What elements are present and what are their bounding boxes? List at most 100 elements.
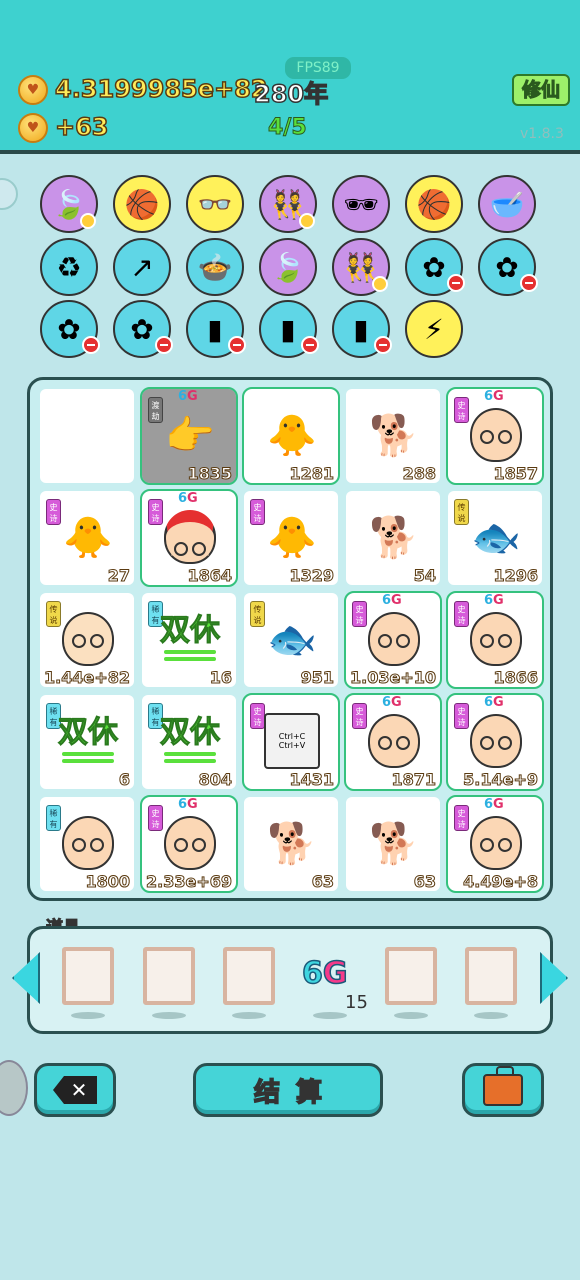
glasses-icon[interactable]: 👓 — [186, 175, 244, 233]
flower-icon[interactable]: ✿ — [478, 238, 538, 296]
rarity-tag: 史诗 — [250, 499, 265, 525]
hand-icon: 👉 — [165, 412, 215, 459]
dog-icon: 🐕 — [369, 514, 419, 561]
board-cell-dog[interactable]: 🐕 63 — [244, 797, 338, 892]
board-cell-dog[interactable]: 🐕 288 — [346, 389, 440, 484]
lightning-icon[interactable]: ⚡ — [405, 300, 463, 358]
bag-button[interactable] — [462, 1063, 544, 1117]
board-cell-oldman[interactable]: 史诗 6G 4.49e+8 — [446, 795, 544, 893]
dogbowl-icon[interactable]: 🥣 — [478, 175, 536, 233]
rarity-tag: 史诗 — [454, 703, 469, 729]
cell-value: 1431 — [289, 770, 335, 790]
rarity-tag: 史诗 — [454, 397, 469, 423]
leaf-icon[interactable]: 🍃 — [40, 175, 98, 233]
props-prev-arrow-icon[interactable] — [12, 952, 40, 1004]
xiuxian-button[interactable]: 修仙 — [512, 74, 570, 106]
g6-badge: 6G — [382, 593, 402, 608]
dog-icon: 🐕 — [267, 820, 317, 867]
cell-value: 27 — [107, 566, 130, 586]
board-cell-dog[interactable]: 🐕 54 — [346, 491, 440, 586]
cell-value: 1800 — [85, 872, 131, 892]
baldman-face-icon — [60, 815, 116, 871]
girls-icon[interactable]: 👯 — [332, 238, 390, 296]
board-cell-oldman[interactable]: 史诗 6G 1871 — [344, 693, 442, 791]
sunglasses-icon[interactable]: 🕶 — [332, 175, 390, 233]
board-cell-fish[interactable]: 传说 🐟 951 — [244, 593, 338, 688]
shuangxiu-sign: 双休 — [154, 611, 226, 667]
g6-badge: 6G — [382, 695, 402, 710]
cell-value: 951 — [300, 668, 334, 688]
remove-badge-icon — [374, 336, 392, 354]
board-cell-oldman[interactable]: 史诗 6G 5.14e+9 — [446, 693, 544, 791]
bottle-icon[interactable]: ▮ — [186, 300, 246, 358]
rarity-tag: 史诗 — [352, 601, 367, 627]
board-cell-oldman[interactable]: 史诗 6G 1866 — [446, 591, 544, 689]
prop-slot[interactable] — [465, 947, 517, 1005]
bottle-icon[interactable]: ▮ — [259, 300, 319, 358]
oldman-face-icon — [468, 407, 524, 463]
rarity-tag: 渡劫 — [148, 397, 163, 423]
income-value: +63 — [54, 112, 109, 142]
cell-value: 1329 — [289, 566, 335, 586]
prop-6g-count: 15 — [345, 992, 368, 1013]
rarity-tag: 传说 — [250, 601, 265, 627]
board-cell-redhair[interactable]: 史诗 6G 1864 — [140, 489, 238, 587]
side-avatar-bottom-icon[interactable] — [0, 1060, 28, 1116]
dog-icon: 🐕 — [369, 820, 419, 867]
board-cell-fish[interactable]: 传说 🐟 1296 — [448, 491, 542, 586]
board-cell-shuangxiu[interactable]: 稀有 双休 804 — [142, 695, 236, 790]
basketball-icon[interactable]: 🏀 — [405, 175, 463, 233]
cell-value: 1.44e+82 — [44, 668, 131, 688]
board-cell-baldman[interactable]: 稀有 1800 — [40, 797, 134, 892]
rarity-tag: 稀有 — [46, 805, 61, 831]
board-cell-oldman[interactable]: 史诗 6G 1.03e+10 — [344, 591, 442, 689]
prop-slot[interactable] — [143, 947, 195, 1005]
board-cell-dog[interactable]: 🐕 63 — [346, 797, 440, 892]
cell-value: 16 — [209, 668, 232, 688]
basketball-icon[interactable]: 🏀 — [113, 175, 171, 233]
cell-value: 1296 — [493, 566, 539, 586]
g6-badge: 6G — [484, 389, 504, 404]
board-cell-shuangxiu[interactable]: 稀有 双休 16 — [142, 593, 236, 688]
props-next-arrow-icon[interactable] — [540, 952, 568, 1004]
board-cell-chick[interactable]: 史诗 🐥 1329 — [244, 491, 338, 586]
side-avatar-icon[interactable] — [0, 178, 18, 210]
board-cell-shuangxiu[interactable]: 稀有 双休 6 — [40, 695, 134, 790]
flower-icon[interactable]: ✿ — [405, 238, 465, 296]
board-cell-chick[interactable]: 史诗 🐥 27 — [40, 491, 134, 586]
cell-value: 1864 — [187, 566, 233, 586]
bottle-icon[interactable]: ▮ — [332, 300, 392, 358]
flower-icon[interactable]: ✿ — [113, 300, 173, 358]
prop-slot[interactable] — [223, 947, 275, 1005]
board-cell-ctrl[interactable]: 史诗 Ctrl+C Ctrl+V 1431 — [242, 693, 340, 791]
chick-icon: 🐥 — [267, 412, 317, 459]
board-cell-smileman[interactable]: 传说 1.44e+82 — [40, 593, 134, 688]
coin-badge-icon — [372, 276, 388, 292]
oldman-face-icon — [366, 713, 422, 769]
copy-paste-card-icon: Ctrl+C Ctrl+V — [264, 713, 320, 769]
delete-button[interactable]: ✕ — [34, 1063, 116, 1117]
pot-icon[interactable]: 🍲 — [186, 238, 244, 296]
girls-icon[interactable]: 👯 — [259, 175, 317, 233]
coin-badge-icon — [80, 213, 96, 229]
board-cell-empty[interactable] — [40, 389, 134, 483]
cell-value: 63 — [413, 872, 436, 892]
remove-badge-icon — [228, 336, 246, 354]
settle-button[interactable]: 结算 — [193, 1063, 383, 1117]
board-cell-oldman[interactable]: 史诗 6G 2.33e+69 — [140, 795, 238, 893]
prop-6g-number: 6 — [301, 955, 323, 992]
chick-icon: 🐥 — [267, 514, 317, 561]
arrow-card-icon[interactable]: ↗ — [113, 238, 171, 296]
prop-6g[interactable]: 6G — [301, 955, 348, 992]
board-cell-oldman[interactable]: 史诗 6G 1857 — [446, 387, 544, 485]
trashbag-icon[interactable]: ♻ — [40, 238, 98, 296]
prop-slot[interactable] — [385, 947, 437, 1005]
leaf-icon[interactable]: 🍃 — [259, 238, 317, 296]
board-cell-chick[interactable]: 🐥 1281 — [242, 387, 340, 485]
coin-icon: ♥ — [18, 75, 48, 105]
flower-icon[interactable]: ✿ — [40, 300, 100, 358]
years-counter: 280年 — [253, 79, 329, 109]
remove-badge-icon — [301, 336, 319, 354]
prop-slot[interactable] — [62, 947, 114, 1005]
board-cell-hand[interactable]: 渡劫 6G 👉 1835 — [140, 387, 238, 485]
